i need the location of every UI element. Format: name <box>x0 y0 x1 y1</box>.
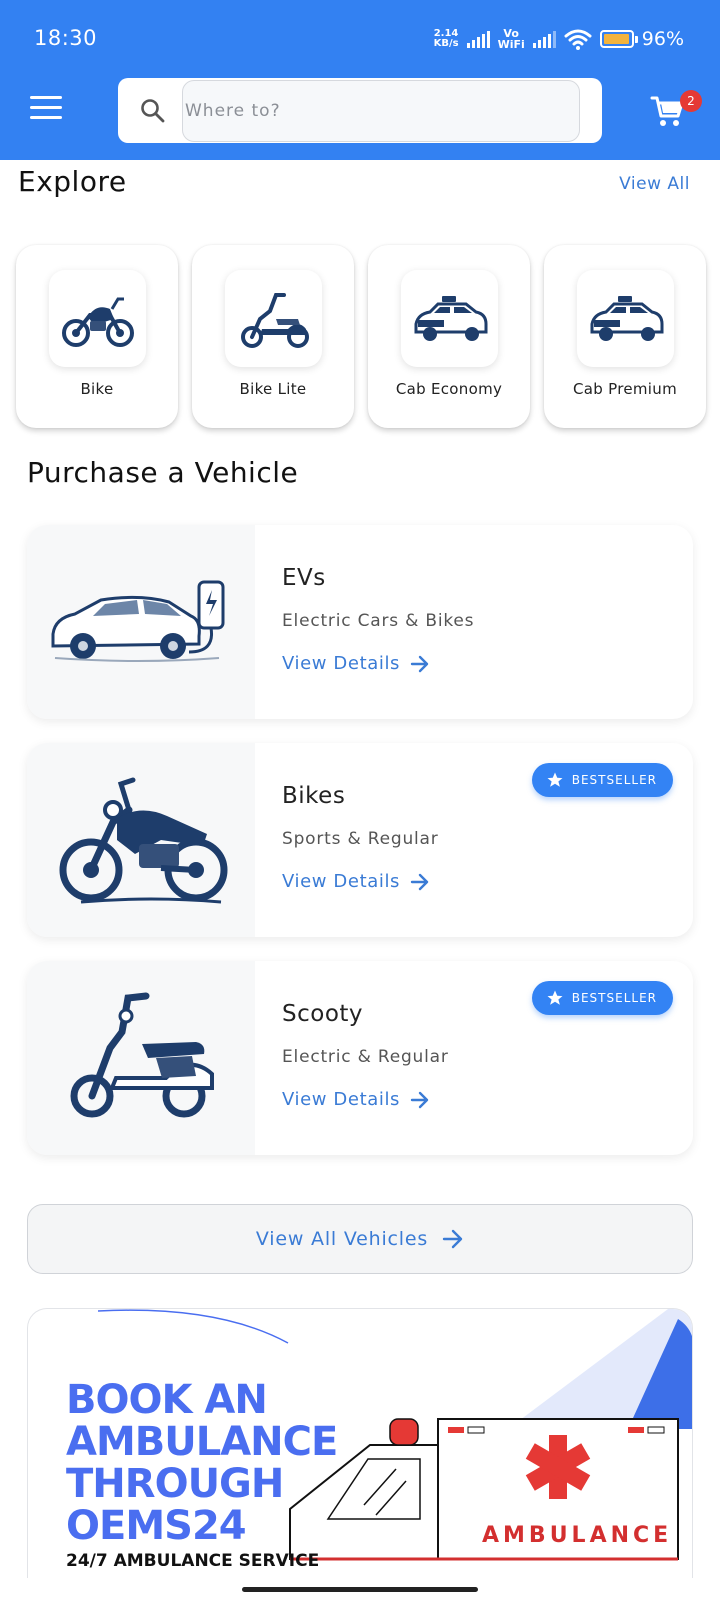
ambulance-promo-banner[interactable]: BOOK AN AMBULANCE THROUGH OEMS24 24/7 AM… <box>27 1308 693 1578</box>
taxi-icon <box>401 270 498 367</box>
cart-badge: 2 <box>680 90 702 112</box>
home-indicator[interactable] <box>242 1587 478 1592</box>
explore-view-all-link[interactable]: View All <box>619 174 690 194</box>
badge-label: BESTSELLER <box>571 773 657 787</box>
battery-icon: 96% <box>599 28 684 50</box>
arrow-right-icon <box>410 873 429 890</box>
battery-percent: 96% <box>641 28 684 50</box>
explore-item-bike[interactable]: Bike <box>16 245 178 428</box>
ev-charging-car-icon <box>27 525 255 719</box>
motorbike-icon <box>27 743 255 937</box>
explore-item-label: Bike Lite <box>239 380 307 398</box>
vehicle-card-scooty[interactable]: BESTSELLER Scooty Electric & Regular Vie… <box>27 961 693 1155</box>
view-all-vehicles-label: View All Vehicles <box>255 1228 429 1250</box>
wifi-icon <box>564 29 592 50</box>
purchase-title: Purchase a Vehicle <box>27 456 299 489</box>
view-details-label: View Details <box>282 653 401 674</box>
arrow-right-icon <box>410 655 429 672</box>
view-details-link[interactable]: View Details <box>282 1089 430 1110</box>
network-speed: 2.14 KB/s <box>434 29 459 49</box>
vowifi-bottom: WiFi <box>497 38 525 51</box>
vehicle-subtitle: Electric Cars & Bikes <box>282 611 475 631</box>
search-bar <box>118 78 602 143</box>
scooter-icon <box>27 961 255 1155</box>
signal-bars-icon <box>532 30 556 48</box>
banner-headline-line: AMBULANCE <box>66 1419 338 1465</box>
explore-item-label: Cab Premium <box>572 380 677 398</box>
explore-item-label: Cab Economy <box>395 380 503 398</box>
banner-headline-line: OEMS24 <box>66 1503 247 1549</box>
view-details-label: View Details <box>282 871 401 892</box>
vehicle-card-evs[interactable]: EVs Electric Cars & Bikes View Details <box>27 525 693 719</box>
vowifi-indicator: Vo WiFi <box>498 28 525 50</box>
signal-bars-icon <box>466 30 490 48</box>
banner-headline: BOOK AN AMBULANCE THROUGH OEMS24 <box>66 1377 338 1549</box>
view-all-vehicles-button[interactable]: View All Vehicles <box>27 1204 693 1274</box>
search-input[interactable] <box>182 80 580 142</box>
status-time: 18:30 <box>34 26 98 50</box>
network-speed-unit: KB/s <box>433 38 459 49</box>
vehicle-name: Bikes <box>282 783 346 809</box>
banner-subheadline: 24/7 AMBULANCE SERVICE <box>66 1551 320 1571</box>
app-header: 18:30 2.14 KB/s Vo WiFi 96% <box>0 0 720 160</box>
explore-item-cab-economy[interactable]: Cab Economy <box>368 245 530 428</box>
bestseller-badge: BESTSELLER <box>531 763 673 797</box>
explore-item-cab-premium[interactable]: Cab Premium <box>544 245 706 428</box>
hamburger-menu-icon[interactable] <box>30 96 62 120</box>
explore-item-label: Bike <box>80 380 114 398</box>
arrow-right-icon <box>410 1091 429 1108</box>
scooter-icon <box>225 270 322 367</box>
search-icon[interactable] <box>140 98 166 124</box>
view-details-link[interactable]: View Details <box>282 653 430 674</box>
arrow-right-icon <box>442 1229 463 1249</box>
bestseller-badge: BESTSELLER <box>531 981 673 1015</box>
explore-item-bike-lite[interactable]: Bike Lite <box>192 245 354 428</box>
status-icons: 2.14 KB/s Vo WiFi 96% <box>434 24 684 54</box>
view-details-link[interactable]: View Details <box>282 871 430 892</box>
explore-title: Explore <box>18 165 127 198</box>
vehicle-subtitle: Electric & Regular <box>282 1047 449 1067</box>
taxi-icon <box>577 270 674 367</box>
badge-label: BESTSELLER <box>571 991 657 1005</box>
vehicle-name: EVs <box>282 565 326 591</box>
star-icon <box>547 990 563 1005</box>
vehicle-subtitle: Sports & Regular <box>282 829 439 849</box>
banner-headline-line: BOOK AN <box>66 1377 268 1423</box>
star-icon <box>547 772 563 787</box>
ambulance-vehicle-text: AMBULANCE <box>482 1523 673 1548</box>
banner-headline-line: THROUGH <box>66 1461 284 1507</box>
vehicle-card-bikes[interactable]: BESTSELLER Bikes Sports & Regular View D… <box>27 743 693 937</box>
vehicle-name: Scooty <box>282 1001 364 1027</box>
view-details-label: View Details <box>282 1089 401 1110</box>
motorbike-icon <box>49 270 146 367</box>
